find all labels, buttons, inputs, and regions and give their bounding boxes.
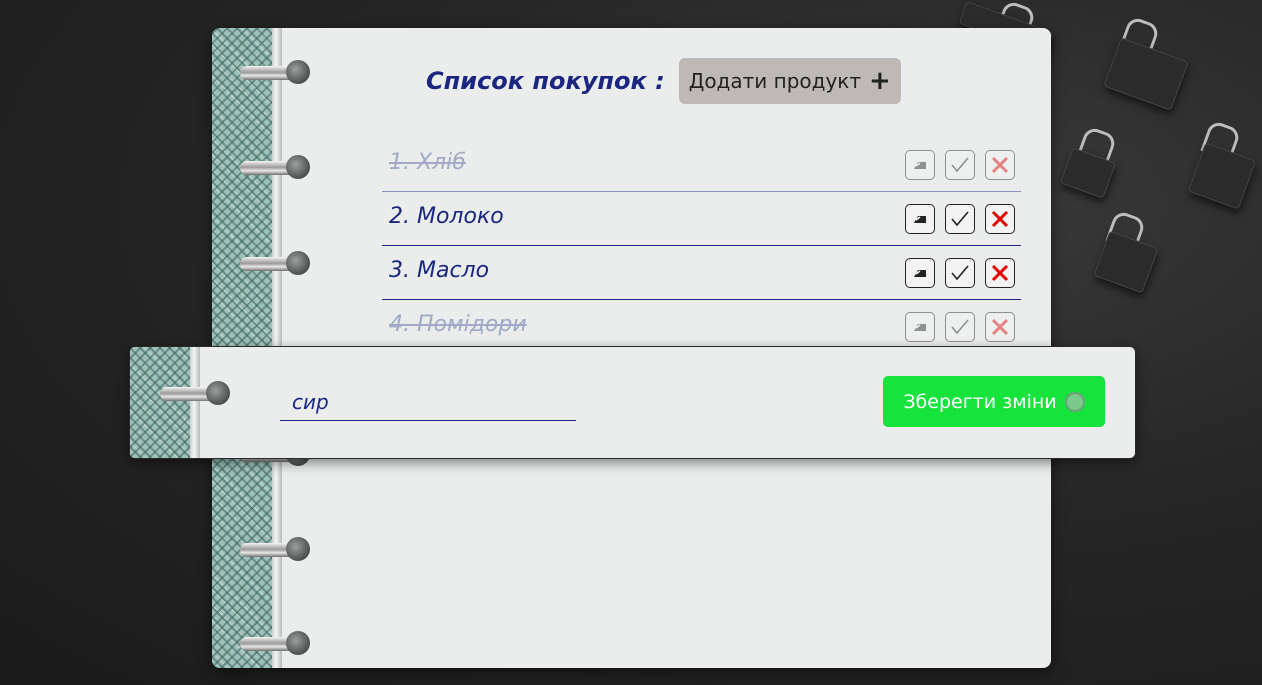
item-label[interactable]: 2. Молоко: [389, 204, 504, 229]
list-header: Список покупок : Додати продукт +: [426, 58, 901, 104]
ring-icon: [160, 381, 230, 407]
delete-icon[interactable]: [985, 150, 1015, 180]
edit-eraser-icon[interactable]: [905, 204, 935, 234]
ring-icon: [240, 251, 310, 277]
delete-icon[interactable]: [985, 258, 1015, 288]
item-label[interactable]: 4. Помідори: [389, 312, 527, 337]
page-title: Список покупок :: [426, 67, 665, 95]
circle-icon: [1064, 391, 1085, 412]
save-changes-label: Зберегти зміни: [903, 390, 1057, 413]
check-icon[interactable]: [945, 312, 975, 342]
edit-eraser-icon[interactable]: [905, 312, 935, 342]
check-icon[interactable]: [945, 258, 975, 288]
delete-icon[interactable]: [985, 204, 1015, 234]
ring-icon: [240, 60, 310, 86]
ring-icon: [240, 631, 310, 657]
list-item: 2. Молоко: [382, 192, 1021, 246]
edit-eraser-icon[interactable]: [905, 258, 935, 288]
edit-item-input[interactable]: [280, 383, 576, 421]
add-product-button[interactable]: Додати продукт +: [678, 58, 901, 104]
check-icon[interactable]: [945, 150, 975, 180]
ring-icon: [240, 537, 310, 563]
add-product-label: Додати продукт: [688, 69, 862, 93]
save-changes-button[interactable]: Зберегти зміни: [883, 376, 1105, 427]
ring-icon: [240, 155, 310, 181]
shopping-list: 1. Хліб 2. Молоко 3. Масло 4. Помідори: [382, 138, 1021, 353]
delete-icon[interactable]: [985, 312, 1015, 342]
edit-item-panel: Зберегти зміни: [129, 346, 1136, 459]
list-item: 3. Масло: [382, 246, 1021, 300]
item-label[interactable]: 3. Масло: [389, 258, 489, 283]
edit-eraser-icon[interactable]: [905, 150, 935, 180]
check-icon[interactable]: [945, 204, 975, 234]
plus-icon: +: [869, 66, 891, 96]
list-item: 1. Хліб: [382, 138, 1021, 192]
item-label[interactable]: 1. Хліб: [389, 150, 466, 175]
